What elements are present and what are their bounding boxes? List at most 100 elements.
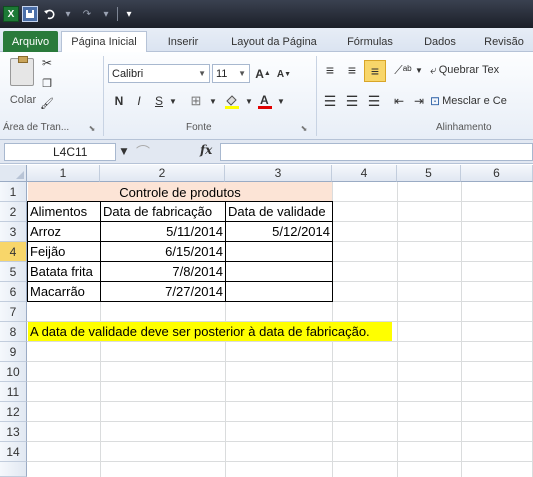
clipboard-dialog-launcher-icon[interactable]: ⬊ [86,122,98,134]
row-header[interactable]: 13 [0,422,27,442]
note-cell[interactable]: A data de validade deve ser posterior à … [28,322,392,341]
formula-input[interactable] [220,143,533,161]
table-cell-manufacture-date[interactable]: 7/27/2014 [101,282,225,301]
row-header[interactable] [0,462,27,477]
font-color-dropdown-icon[interactable]: ▼ [276,92,286,110]
font-color-icon[interactable]: A [255,92,275,110]
column-header[interactable]: 1 [27,165,100,182]
row-header[interactable]: 2 [0,202,27,222]
orientation-icon[interactable]: ⟋ᵃᵇ [392,60,414,80]
name-box-dropdown-icon[interactable]: ▼ [118,144,130,160]
formula-bar: L4C11 ▼ ⌒ fx [0,140,533,164]
font-name-select[interactable]: Calibri ▼ [108,64,210,83]
tab-page-layout[interactable]: Layout da Página [222,31,326,52]
row-header[interactable]: 10 [0,362,27,382]
select-all-button[interactable] [0,165,27,182]
excel-app-icon[interactable]: X [3,6,19,22]
table-cell-manufacture-date[interactable]: 5/11/2014 [101,222,225,241]
row-header[interactable]: 1 [0,182,27,202]
column-header[interactable]: 2 [100,165,225,182]
tab-insert[interactable]: Inserir [152,31,214,52]
wrap-text-icon: ⤶ [430,62,437,77]
align-center-icon[interactable]: ☰ [342,92,362,110]
undo-dropdown-icon[interactable]: ▾ [60,6,76,22]
decrease-font-size-icon[interactable]: A ▼ [275,66,293,83]
row-header[interactable]: 9 [0,342,27,362]
align-left-icon[interactable]: ☰ [320,92,340,110]
tab-home[interactable]: Página Inicial [61,31,147,52]
tab-review[interactable]: Revisão [475,31,533,52]
ribbon-tabs: Arquivo Página Inicial Inserir Layout da… [0,28,533,52]
customize-quick-access-icon[interactable]: ▾ [121,6,137,22]
ribbon: ✂ ❐ 🖌 Colar Área de Tran... ⬊ Calibri ▼ … [0,52,533,140]
column-header[interactable]: 4 [332,165,397,182]
row-header[interactable]: 7 [0,302,27,322]
table-cell-expiry-date[interactable] [226,242,332,261]
column-header[interactable]: 5 [397,165,461,182]
table-cell-expiry-date[interactable]: 5/12/2014 [226,222,332,241]
table-cell-food[interactable]: Batata frita [28,262,100,281]
underline-dropdown-icon[interactable]: ▼ [168,92,178,110]
row-header[interactable]: 5 [0,262,27,282]
column-header[interactable]: 6 [461,165,533,182]
undo-icon[interactable] [41,6,57,22]
row-header[interactable]: 6 [0,282,27,302]
gridline [27,361,533,362]
align-middle-icon[interactable]: ≡ [342,60,362,80]
align-top-icon[interactable]: ≡ [320,60,340,80]
tab-file[interactable]: Arquivo [3,31,58,52]
svg-text:A: A [260,93,269,107]
row-header-selected[interactable]: 4 [0,242,27,262]
table-cell-manufacture-date[interactable]: 6/15/2014 [101,242,225,261]
row-header[interactable]: 8 [0,322,27,342]
bold-button[interactable]: N [111,92,127,110]
borders-dropdown-icon[interactable]: ▼ [208,92,218,110]
paste-icon[interactable] [10,56,34,86]
table-cell-food[interactable]: Arroz [28,222,100,241]
wrap-text-label: Quebrar Tex [438,64,500,76]
orientation-dropdown-icon[interactable]: ▼ [415,60,423,80]
row-header[interactable]: 11 [0,382,27,402]
row-header[interactable]: 14 [0,442,27,462]
table-title-cell[interactable]: Controle de produtos [28,182,332,202]
table-header-cell[interactable]: Data de fabricação [101,202,225,221]
tab-data[interactable]: Dados [413,31,467,52]
increase-indent-icon[interactable]: ⇥ [410,92,428,110]
borders-icon[interactable]: ⊞ [185,92,207,110]
font-group-label: Fonte [186,122,212,133]
font-dialog-launcher-icon[interactable]: ⬊ [298,122,310,134]
name-box[interactable]: L4C11 [4,143,116,161]
save-icon[interactable] [22,6,38,22]
gridline [27,401,533,402]
insert-function-button[interactable]: fx [200,143,212,157]
align-right-icon[interactable]: ☰ [364,92,384,110]
fill-color-icon[interactable] [221,92,243,110]
italic-button[interactable]: I [131,92,147,110]
row-header[interactable]: 12 [0,402,27,422]
font-size-select[interactable]: 11 ▼ [212,64,250,83]
table-cell-expiry-date[interactable] [226,262,332,281]
redo-icon[interactable]: ↷ [79,6,95,22]
tab-formulas[interactable]: Fórmulas [335,31,405,52]
column-header[interactable]: 3 [225,165,332,182]
wrap-text-button[interactable]: ⤶ Quebrar Tex [430,60,533,80]
row-header[interactable]: 3 [0,222,27,242]
fill-color-dropdown-icon[interactable]: ▼ [244,92,254,110]
underline-button[interactable]: S [151,92,167,110]
table-header-cell[interactable]: Alimentos [28,202,100,221]
chevron-down-icon: ▼ [238,69,246,78]
increase-font-size-icon[interactable]: A ▲ [254,64,272,83]
redo-dropdown-icon[interactable]: ▾ [98,6,114,22]
merge-center-button[interactable]: ⊡ Mesclar e Ce [430,92,533,110]
gridline [27,341,533,342]
table-cell-expiry-date[interactable] [226,282,332,301]
align-bottom-icon[interactable]: ≡ [364,60,386,82]
table-cell-manufacture-date[interactable]: 7/8/2014 [101,262,225,281]
copy-icon[interactable]: ❐ [38,74,56,92]
decrease-indent-icon[interactable]: ⇤ [390,92,408,110]
table-cell-food[interactable]: Macarrão [28,282,100,301]
table-header-cell[interactable]: Data de validade [226,202,332,221]
table-cell-food[interactable]: Feijão [28,242,100,261]
cut-icon[interactable]: ✂ [38,54,56,72]
paste-label[interactable]: Colar [4,92,42,108]
